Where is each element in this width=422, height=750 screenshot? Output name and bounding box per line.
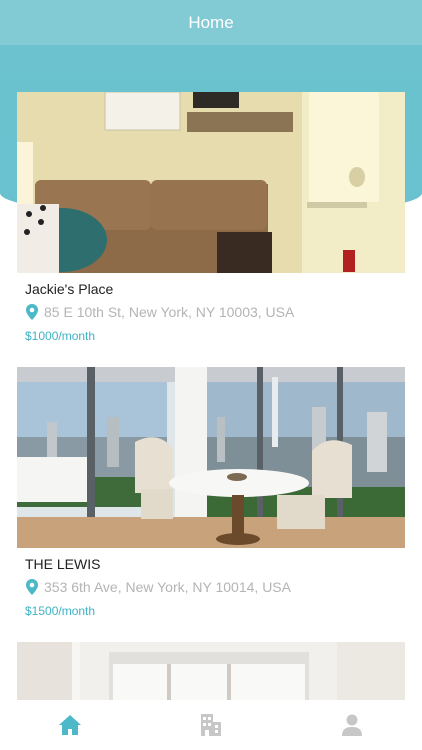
building-icon [200, 714, 221, 736]
listing-address-text: 353 6th Ave, New York, NY 10014, USA [44, 579, 291, 595]
listing-address: 353 6th Ave, New York, NY 10014, USA [25, 579, 291, 595]
listing-price: $1000/month [25, 329, 96, 343]
listing-address-text: 85 E 10th St, New York, NY 10003, USA [44, 304, 295, 320]
home-icon [59, 715, 82, 735]
listing-feed[interactable]: Jackie's Place 85 E 10th St, New York, N… [0, 0, 422, 700]
location-pin-icon [26, 304, 38, 320]
listing-card[interactable] [17, 642, 405, 700]
listing-photo [17, 642, 405, 700]
tab-profile[interactable] [322, 700, 382, 750]
page-title: Home [188, 12, 234, 32]
listing-address: 85 E 10th St, New York, NY 10003, USA [25, 304, 294, 320]
listing-photo [17, 92, 405, 273]
location-pin-icon [26, 579, 38, 595]
tab-buildings[interactable] [181, 700, 241, 750]
listing-photo [17, 367, 405, 548]
tab-home[interactable] [40, 700, 100, 750]
listing-price: $1500/month [25, 604, 96, 618]
top-nav-bar: Home [0, 0, 422, 45]
listing-title: THE LEWIS [25, 556, 101, 572]
profile-icon [341, 714, 362, 736]
bottom-tab-bar [0, 700, 422, 750]
listing-card[interactable]: Jackie's Place 85 E 10th St, New York, N… [17, 92, 405, 358]
listing-title: Jackie's Place [25, 281, 114, 297]
listing-card[interactable]: THE LEWIS 353 6th Ave, New York, NY 1001… [17, 367, 405, 633]
